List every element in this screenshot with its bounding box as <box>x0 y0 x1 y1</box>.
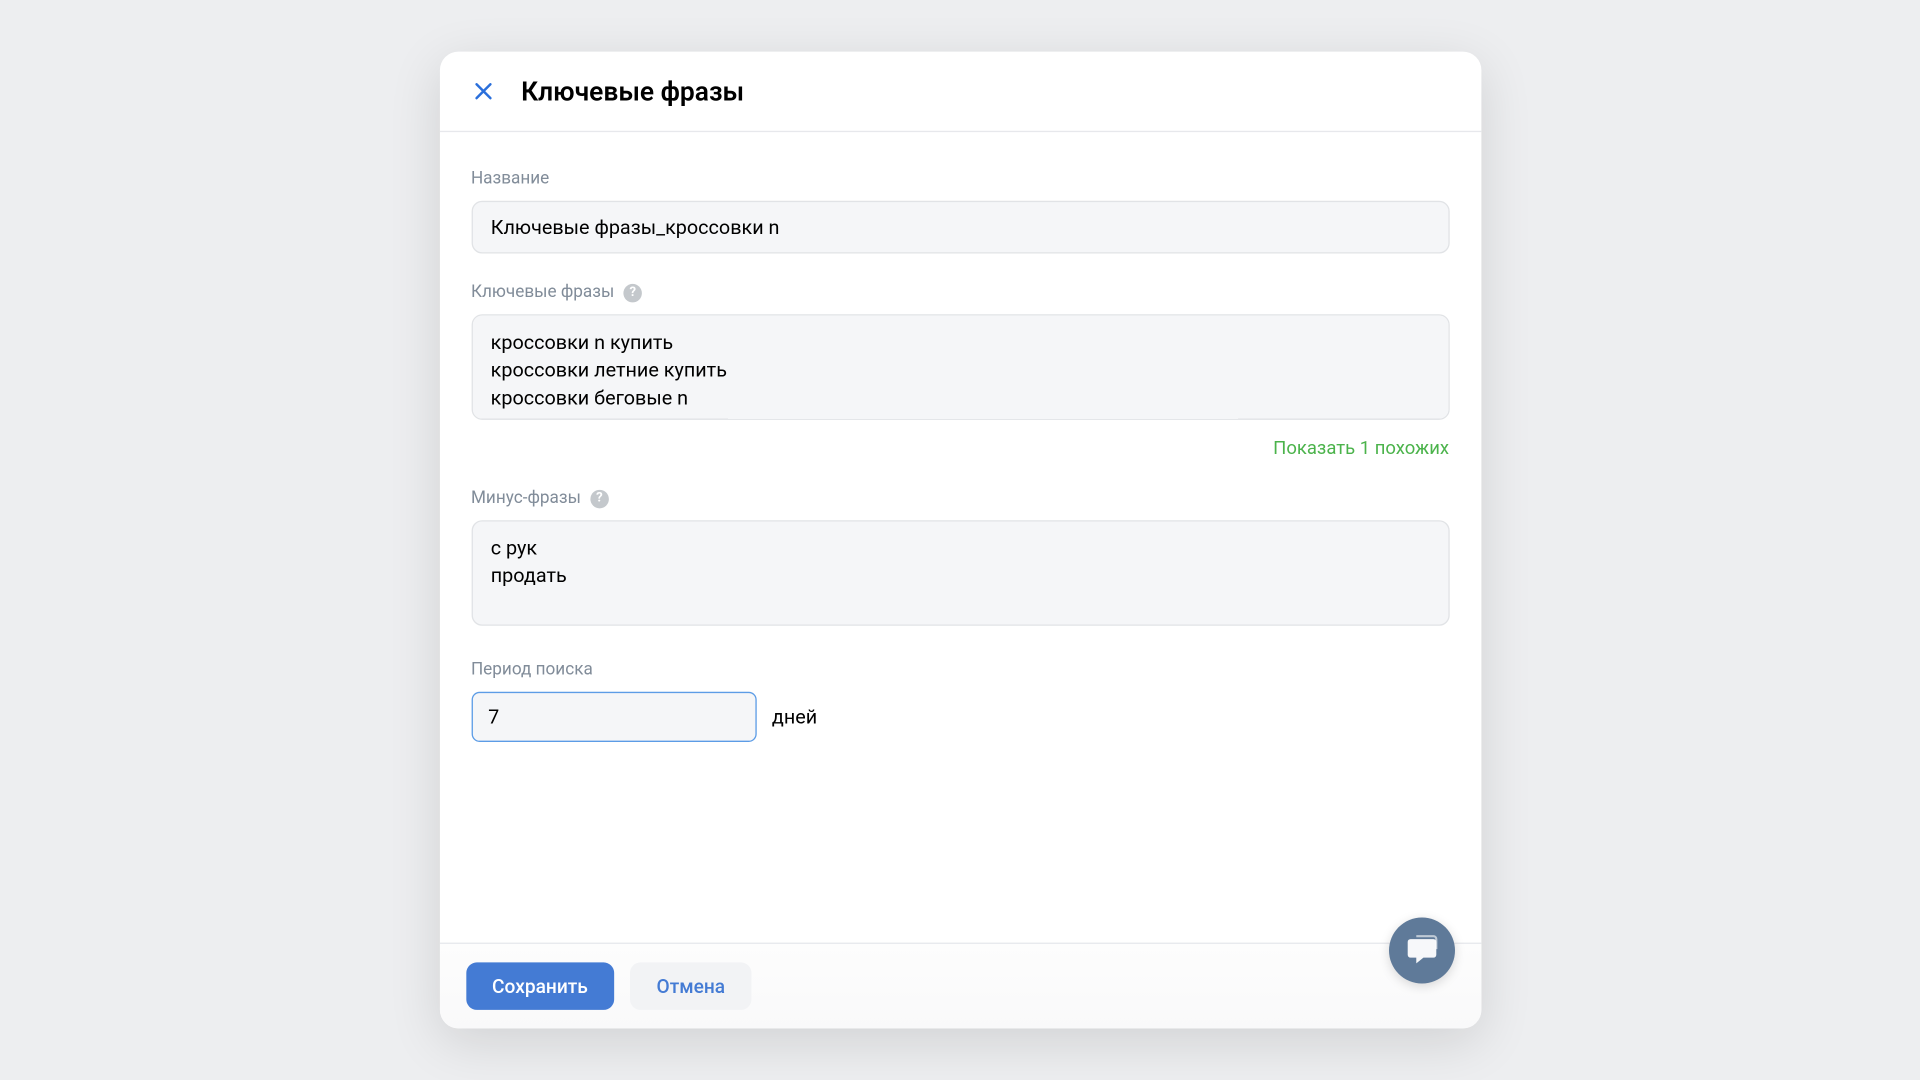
modal-title: Ключевые фразы <box>521 75 744 107</box>
name-field: Название <box>471 169 1449 253</box>
period-label-text: Период поиска <box>471 660 593 680</box>
negative-label: Минус-фразы ? <box>471 489 1449 509</box>
cancel-button[interactable]: Отмена <box>630 962 751 1010</box>
keywords-textarea[interactable] <box>471 314 1449 420</box>
keywords-field: Ключевые фразы ? Показать 1 похожих <box>471 283 1449 460</box>
negative-label-text: Минус-фразы <box>471 489 581 509</box>
period-label: Период поиска <box>471 660 1449 680</box>
modal-footer: Сохранить Отмена <box>439 943 1480 1029</box>
chat-fab[interactable] <box>1388 918 1454 984</box>
negative-field: Минус-фразы ? <box>471 489 1449 632</box>
chat-icon <box>1404 933 1438 967</box>
help-icon[interactable]: ? <box>590 489 608 507</box>
name-label-text: Название <box>471 169 549 189</box>
name-input[interactable] <box>471 201 1449 254</box>
help-icon[interactable]: ? <box>624 283 642 301</box>
modal-body: Название Ключевые фразы ? Показать 1 пох… <box>439 132 1480 942</box>
keywords-label-text: Ключевые фразы <box>471 283 614 303</box>
negative-textarea[interactable] <box>471 520 1449 626</box>
close-icon <box>471 79 495 103</box>
name-label: Название <box>471 169 1449 189</box>
keywords-modal: Ключевые фразы Название Ключевые фразы ?… <box>439 52 1480 1029</box>
keywords-label: Ключевые фразы ? <box>471 283 1449 303</box>
period-row: дней <box>471 692 1449 742</box>
period-input[interactable] <box>471 692 756 742</box>
period-unit: дней <box>772 705 817 729</box>
show-similar-link[interactable]: Показать 1 похожих <box>471 438 1449 459</box>
save-button[interactable]: Сохранить <box>466 962 615 1010</box>
close-button[interactable] <box>468 77 497 106</box>
modal-header: Ключевые фразы <box>439 52 1480 133</box>
period-field: Период поиска дней <box>471 660 1449 742</box>
